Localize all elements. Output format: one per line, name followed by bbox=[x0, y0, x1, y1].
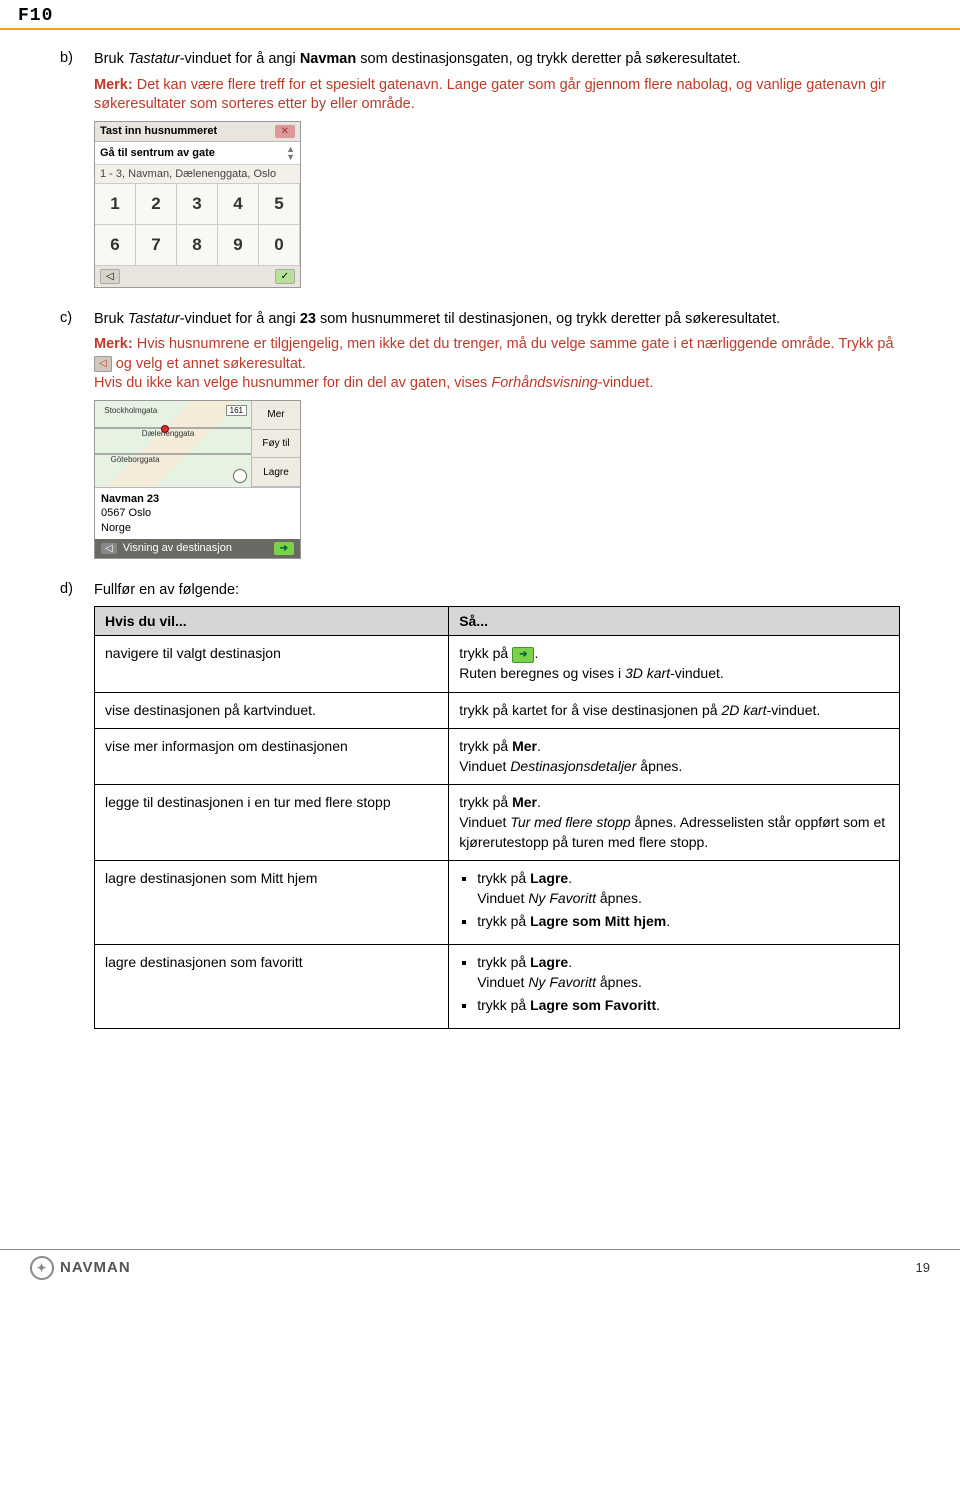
row-right: trykk på Lagre. Vinduet Ny Favoritt åpne… bbox=[449, 861, 900, 945]
map-body: Stockholmgata Dælenenggata Göteborggata … bbox=[95, 401, 300, 487]
sort-arrows-icon: ▲▼ bbox=[286, 145, 295, 161]
street-label-3: Göteborggata bbox=[111, 455, 160, 464]
street-label-1: Stockholmgata bbox=[104, 406, 157, 415]
go-icon[interactable]: ➜ bbox=[274, 542, 294, 555]
step-c-text: Bruk Tastatur-vinduet for å angi 23 som … bbox=[94, 310, 900, 330]
row-left: navigere til valgt destinasjon bbox=[95, 636, 449, 692]
navman-logo: ✦ NAVMAN bbox=[30, 1256, 131, 1280]
side-mer-button[interactable]: Mer bbox=[252, 401, 300, 430]
table-header-row: Hvis du vil... Så... bbox=[95, 607, 900, 636]
logo-icon: ✦ bbox=[30, 1256, 54, 1280]
step-c-body: Bruk Tastatur-vinduet for å angi 23 som … bbox=[94, 310, 900, 573]
row-right: trykk på kartet for å vise destinasjonen… bbox=[449, 692, 900, 729]
table-row: navigere til valgt destinasjon trykk på … bbox=[95, 636, 900, 692]
brand-name: NAVMAN bbox=[60, 1259, 131, 1276]
keypad-center-label: Gå til sentrum av gate bbox=[100, 147, 215, 159]
side-lagre-button[interactable]: Lagre bbox=[252, 458, 300, 487]
key-1[interactable]: 1 bbox=[95, 184, 136, 225]
step-b-body: Bruk Tastatur-vinduet for å angi Navman … bbox=[94, 50, 900, 302]
list-item: trykk på Lagre. Vinduet Ny Favoritt åpne… bbox=[477, 869, 889, 908]
row-left: vise mer informasjon om destinasjonen bbox=[95, 729, 449, 785]
step-d: d) Fullfør en av følgende: Hvis du vil..… bbox=[60, 581, 900, 1029]
map-image[interactable]: Stockholmgata Dælenenggata Göteborggata … bbox=[95, 401, 252, 487]
step-d-letter: d) bbox=[60, 581, 94, 1029]
page-number: 19 bbox=[916, 1260, 930, 1275]
row-left: lagre destinasjonen som Mitt hjem bbox=[95, 861, 449, 945]
key-6[interactable]: 6 bbox=[95, 225, 136, 266]
row-left: legge til destinasjonen i en tur med fle… bbox=[95, 785, 449, 861]
map-screenshot: Stockholmgata Dælenenggata Göteborggata … bbox=[94, 400, 301, 559]
list-item: trykk på Lagre som Mitt hjem. bbox=[477, 912, 889, 932]
row-right: trykk på Mer. Vinduet Tur med flere stop… bbox=[449, 785, 900, 861]
side-foytil-button[interactable]: Føy til bbox=[252, 430, 300, 459]
table-row: lagre destinasjonen som favoritt trykk p… bbox=[95, 944, 900, 1028]
key-5[interactable]: 5 bbox=[259, 184, 300, 225]
step-b-text: Bruk Tastatur-vinduet for å angi Navman … bbox=[94, 50, 900, 70]
map-side-buttons: Mer Føy til Lagre bbox=[252, 401, 300, 487]
key-8[interactable]: 8 bbox=[177, 225, 218, 266]
keypad-footer: ◁ ✓ bbox=[95, 266, 300, 287]
row-right: trykk på Lagre. Vinduet Ny Favoritt åpne… bbox=[449, 944, 900, 1028]
key-9[interactable]: 9 bbox=[218, 225, 259, 266]
row-left: lagre destinasjonen som favoritt bbox=[95, 944, 449, 1028]
table-header-if: Hvis du vil... bbox=[95, 607, 449, 636]
map-footer: ◁ Visning av destinasjon ➜ bbox=[95, 539, 300, 558]
table-row: vise mer informasjon om destinasjonen tr… bbox=[95, 729, 900, 785]
header-title: F10 bbox=[18, 6, 53, 26]
row-right: trykk på ➜. Ruten beregnes og vises i 3D… bbox=[449, 636, 900, 692]
road-sign: 161 bbox=[226, 405, 247, 416]
destination-marker-icon bbox=[161, 425, 169, 433]
table-row: lagre destinasjonen som Mitt hjem trykk … bbox=[95, 861, 900, 945]
key-0[interactable]: 0 bbox=[259, 225, 300, 266]
back-inline-icon: ◁ bbox=[94, 356, 112, 372]
key-4[interactable]: 4 bbox=[218, 184, 259, 225]
list-item: trykk på Lagre som Favoritt. bbox=[477, 996, 889, 1016]
map-footer-label: Visning av destinasjon bbox=[123, 542, 232, 554]
ok-icon[interactable]: ✓ bbox=[275, 269, 295, 284]
table-row: legge til destinasjonen i en tur med fle… bbox=[95, 785, 900, 861]
close-icon[interactable]: ✕ bbox=[275, 125, 295, 138]
key-3[interactable]: 3 bbox=[177, 184, 218, 225]
bullet-list: trykk på Lagre. Vinduet Ny Favoritt åpne… bbox=[459, 953, 889, 1016]
map-address: Navman 23 0567 Oslo Norge bbox=[95, 487, 300, 539]
key-7[interactable]: 7 bbox=[136, 225, 177, 266]
key-2[interactable]: 2 bbox=[136, 184, 177, 225]
step-d-text: Fullfør en av følgende: bbox=[94, 581, 900, 601]
step-c: c) Bruk Tastatur-vinduet for å angi 23 s… bbox=[60, 310, 900, 573]
step-c-note: Merk: Hvis husnumrene er tilgjengelig, m… bbox=[94, 335, 900, 394]
map-back-icon[interactable]: ◁ bbox=[101, 543, 117, 554]
keypad-keys: 1 2 3 4 5 6 7 8 9 0 bbox=[95, 184, 300, 266]
bullet-list: trykk på Lagre. Vinduet Ny Favoritt åpne… bbox=[459, 869, 889, 932]
keypad-title: Tast inn husnummeret bbox=[100, 125, 217, 137]
actions-table: Hvis du vil... Så... navigere til valgt … bbox=[94, 606, 900, 1028]
row-left: vise destinasjonen på kartvinduet. bbox=[95, 692, 449, 729]
page-header: F10 bbox=[0, 0, 960, 30]
back-icon[interactable]: ◁ bbox=[100, 269, 120, 284]
keypad-title-row: Tast inn husnummeret ✕ bbox=[95, 122, 300, 142]
keypad-result-row[interactable]: 1 - 3, Navman, Dælenenggata, Oslo bbox=[95, 165, 300, 184]
page-footer: ✦ NAVMAN 19 bbox=[0, 1249, 960, 1294]
step-b-note: Merk: Det kan være flere treff for et sp… bbox=[94, 76, 900, 115]
go-inline-icon: ➜ bbox=[512, 647, 534, 663]
page-content: b) Bruk Tastatur-vinduet for å angi Navm… bbox=[0, 30, 960, 1029]
zoom-icon[interactable] bbox=[233, 469, 247, 483]
keypad-center-row[interactable]: Gå til sentrum av gate ▲▼ bbox=[95, 142, 300, 165]
step-b-letter: b) bbox=[60, 50, 94, 302]
list-item: trykk på Lagre. Vinduet Ny Favoritt åpne… bbox=[477, 953, 889, 992]
keypad-screenshot: Tast inn husnummeret ✕ Gå til sentrum av… bbox=[94, 121, 301, 288]
row-right: trykk på Mer. Vinduet Destinasjonsdetalj… bbox=[449, 729, 900, 785]
step-d-body: Fullfør en av følgende: Hvis du vil... S… bbox=[94, 581, 900, 1029]
step-c-letter: c) bbox=[60, 310, 94, 573]
table-row: vise destinasjonen på kartvinduet. trykk… bbox=[95, 692, 900, 729]
table-header-then: Så... bbox=[449, 607, 900, 636]
step-b: b) Bruk Tastatur-vinduet for å angi Navm… bbox=[60, 50, 900, 302]
